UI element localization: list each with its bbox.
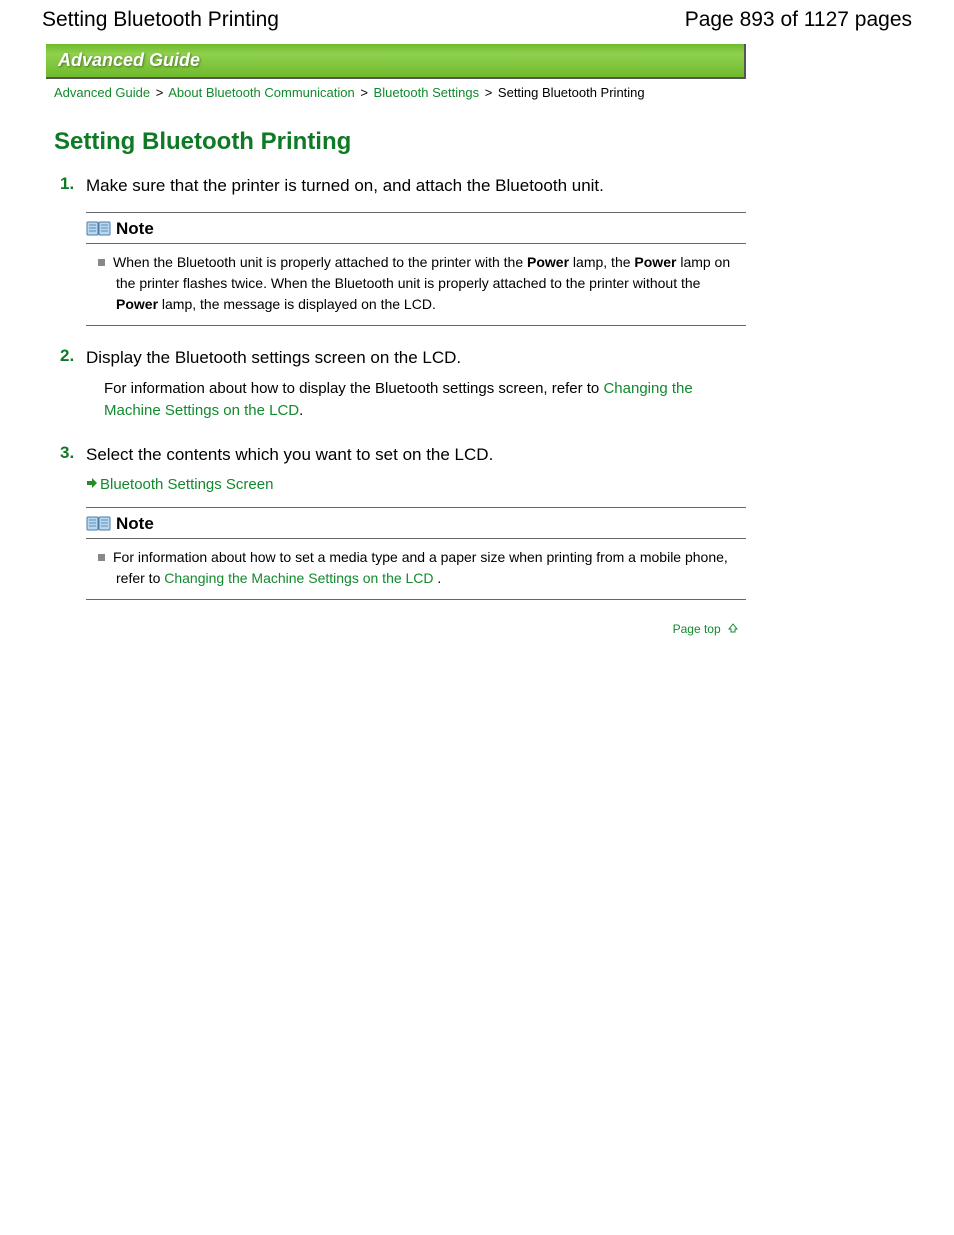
page-top-link[interactable]: Page top bbox=[46, 622, 746, 636]
step-3: 3. Select the contents which you want to… bbox=[60, 443, 746, 601]
step-text: Make sure that the printer is turned on,… bbox=[86, 174, 746, 198]
section-title: Setting Bluetooth Printing bbox=[54, 128, 746, 156]
note-label: Note bbox=[116, 219, 154, 239]
link-changing-machine-settings[interactable]: Changing the Machine Settings on the LCD bbox=[164, 570, 433, 586]
bullet-icon bbox=[98, 554, 105, 561]
note-bold-3: Power bbox=[116, 296, 158, 312]
note-label: Note bbox=[116, 514, 154, 534]
page-top-label: Page top bbox=[673, 622, 721, 636]
arrow-up-icon bbox=[728, 623, 738, 636]
step-text: Select the contents which you want to se… bbox=[86, 443, 746, 467]
breadcrumb: Advanced Guide > About Bluetooth Communi… bbox=[46, 79, 746, 102]
step-1: 1. Make sure that the printer is turned … bbox=[60, 174, 746, 326]
link-bluetooth-settings-screen[interactable]: Bluetooth Settings Screen bbox=[100, 476, 273, 493]
desc-post: . bbox=[299, 402, 303, 419]
content-wrap: Advanced Guide Advanced Guide > About Bl… bbox=[0, 40, 746, 636]
breadcrumb-current: Setting Bluetooth Printing bbox=[498, 85, 645, 100]
book-icon bbox=[86, 220, 112, 238]
note-box: Note For information about how to set a … bbox=[86, 507, 746, 600]
header-title: Setting Bluetooth Printing bbox=[42, 8, 279, 32]
note-header: Note bbox=[86, 217, 746, 244]
step-number: 3. bbox=[60, 443, 74, 463]
note-text-post: lamp, the message is displayed on the LC… bbox=[158, 296, 436, 312]
arrow-right-icon bbox=[86, 476, 98, 493]
step-desc: For information about how to display the… bbox=[86, 378, 746, 423]
steps-list: 1. Make sure that the printer is turned … bbox=[46, 174, 746, 600]
note-text-pre: When the Bluetooth unit is properly atta… bbox=[113, 254, 527, 270]
guide-banner: Advanced Guide bbox=[46, 44, 746, 79]
note-text-mid1: lamp, the bbox=[569, 254, 634, 270]
step-number: 1. bbox=[60, 174, 74, 194]
breadcrumb-about-bluetooth[interactable]: About Bluetooth Communication bbox=[168, 85, 354, 100]
note-bold-1: Power bbox=[527, 254, 569, 270]
book-icon bbox=[86, 515, 112, 533]
page-indicator: Page 893 of 1127 pages bbox=[685, 8, 912, 32]
step-text: Display the Bluetooth settings screen on… bbox=[86, 346, 746, 370]
step-2: 2. Display the Bluetooth settings screen… bbox=[60, 346, 746, 423]
breadcrumb-sep: > bbox=[360, 85, 368, 100]
note-text-post: . bbox=[434, 570, 442, 586]
note-body: When the Bluetooth unit is properly atta… bbox=[86, 252, 746, 315]
bullet-icon bbox=[98, 259, 105, 266]
breadcrumb-bluetooth-settings[interactable]: Bluetooth Settings bbox=[374, 85, 480, 100]
note-bold-2: Power bbox=[634, 254, 676, 270]
note-body: For information about how to set a media… bbox=[86, 547, 746, 589]
note-header: Note bbox=[86, 512, 746, 539]
breadcrumb-sep: > bbox=[156, 85, 164, 100]
desc-pre: For information about how to display the… bbox=[104, 380, 603, 397]
arrow-link-row: Bluetooth Settings Screen bbox=[86, 476, 746, 493]
step-number: 2. bbox=[60, 346, 74, 366]
note-box: Note When the Bluetooth unit is properly… bbox=[86, 212, 746, 326]
breadcrumb-sep: > bbox=[485, 85, 493, 100]
page-header: Setting Bluetooth Printing Page 893 of 1… bbox=[0, 0, 954, 40]
breadcrumb-advanced-guide[interactable]: Advanced Guide bbox=[54, 85, 150, 100]
